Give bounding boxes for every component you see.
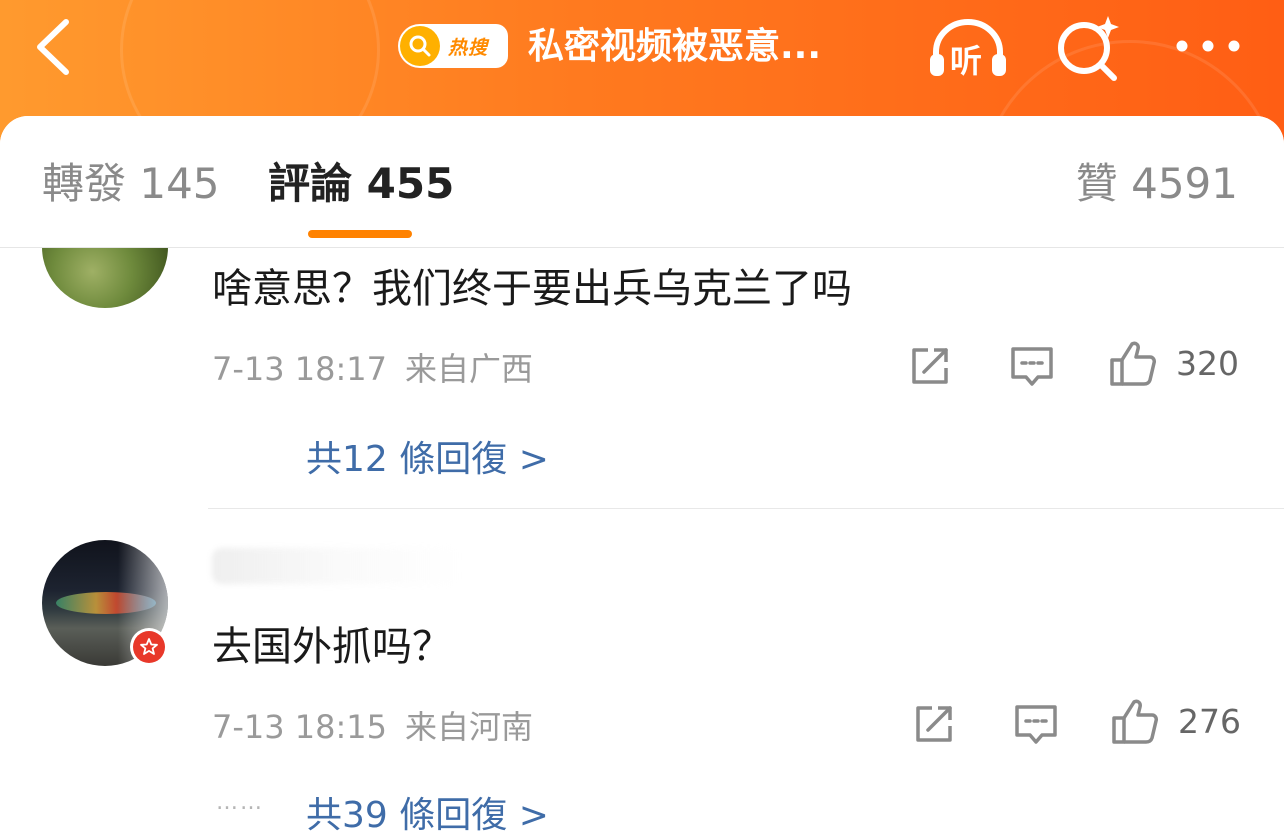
search-sparkle-icon: [1058, 16, 1119, 81]
listen-label: 听: [950, 42, 983, 80]
comment-bubble-icon: [1015, 705, 1057, 744]
verified-badge: [130, 628, 168, 666]
comment-location: 来自河南: [405, 708, 534, 746]
star-icon: [140, 638, 158, 655]
share-icon: [916, 706, 952, 742]
more-dots-icon: [1176, 40, 1240, 52]
share-button[interactable]: [906, 342, 954, 390]
listen-button[interactable]: 听: [926, 14, 1010, 80]
search-button[interactable]: [1054, 12, 1124, 82]
comment-text: 去国外抓吗？: [212, 624, 452, 670]
topic-title[interactable]: 私密视频被恶意...: [528, 22, 821, 72]
more-button[interactable]: [1172, 30, 1244, 62]
comment-time: 7-13 18:15: [212, 708, 388, 746]
comment-meta: 7-13 18:15 来自河南: [212, 702, 533, 748]
back-button[interactable]: [30, 14, 80, 80]
back-arrow-icon: [37, 19, 69, 75]
view-replies-link[interactable]: 共12 條回復 >: [306, 430, 549, 482]
hot-search-badge[interactable]: 热搜: [398, 24, 508, 68]
ellipsis-dots: ……: [216, 790, 264, 815]
thumbs-up-icon: [1110, 341, 1156, 386]
like-button[interactable]: [1108, 338, 1156, 386]
tab-bar: 轉發 145 評論 455 贊 4591: [0, 116, 1284, 248]
like-button[interactable]: [1110, 696, 1158, 744]
tab-like[interactable]: 贊 4591: [1076, 156, 1238, 212]
tab-repost[interactable]: 轉發 145: [42, 156, 220, 212]
comment-time: 7-13 18:17: [212, 350, 388, 388]
thumbs-up-icon: [1112, 699, 1158, 744]
like-count: 276: [1178, 702, 1241, 741]
comment-meta: 7-13 18:17 来自广西: [212, 344, 533, 390]
hot-search-label: 热搜: [448, 36, 489, 59]
view-replies-link[interactable]: 共39 條回復 >: [306, 786, 549, 838]
hot-search-icon: [400, 26, 440, 66]
share-button[interactable]: [910, 700, 958, 748]
active-tab-indicator: [308, 230, 412, 238]
comment-divider: [208, 508, 1284, 509]
comment-bubble-icon: [1011, 347, 1053, 386]
reply-button[interactable]: [1008, 342, 1056, 390]
comment-text: 啥意思？我们终于要出兵乌克兰了吗: [212, 266, 852, 312]
share-icon: [912, 348, 948, 384]
like-count: 320: [1176, 344, 1239, 383]
username-blurred[interactable]: [212, 548, 462, 584]
tab-comment[interactable]: 評論 455: [268, 156, 454, 212]
comment-location: 来自广西: [405, 350, 534, 388]
reply-button[interactable]: [1012, 700, 1060, 748]
